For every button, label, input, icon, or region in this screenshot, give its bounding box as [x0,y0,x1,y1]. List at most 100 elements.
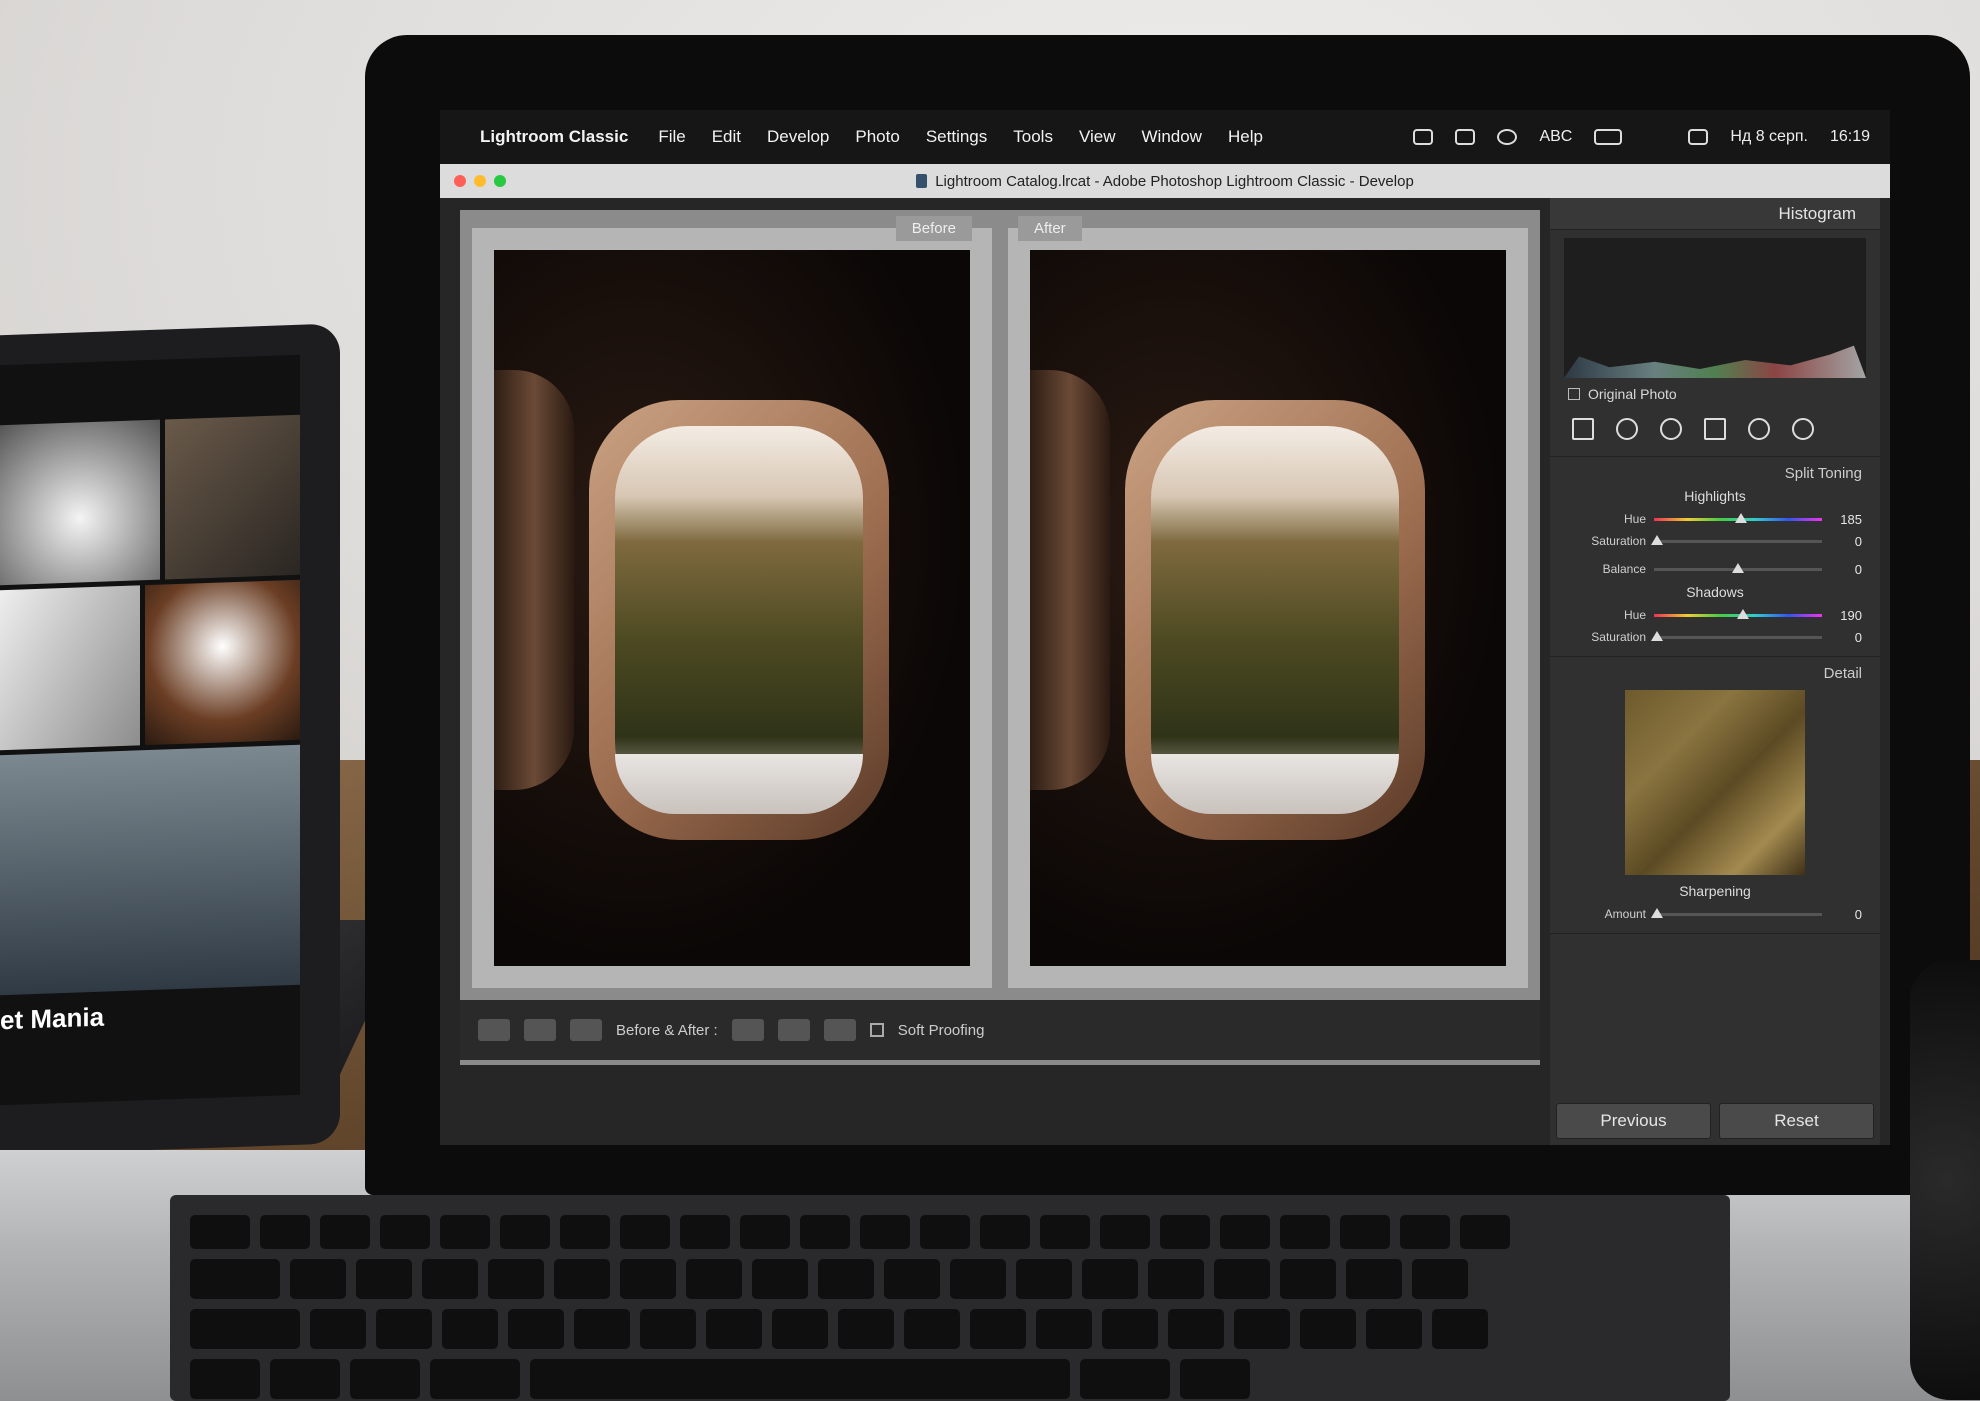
camera-lens [1910,960,1980,1400]
detail-preview[interactable] [1625,690,1805,875]
tablet-caption: et Mania [0,1001,105,1036]
slider-thumb[interactable] [1735,512,1748,523]
histogram-title: Histogram [1778,203,1856,223]
key [380,1215,430,1249]
radial-filter-icon[interactable] [1748,418,1770,440]
after-photo[interactable] [1030,250,1506,966]
menu-file[interactable]: File [658,127,685,147]
key [1460,1215,1510,1249]
record-icon[interactable] [1413,129,1434,145]
highlights-hue-row: Hue 185 [1568,508,1862,530]
key [1280,1215,1330,1249]
menu-edit[interactable]: Edit [712,127,741,147]
develop-right-panel: Histogram Original Photo Split Toning Hi… [1550,198,1880,1145]
histogram-header[interactable]: Histogram [1550,198,1880,230]
highlights-saturation-slider[interactable] [1651,534,1822,545]
airplane-wing [1151,754,1399,814]
balance-label: Balance [1602,562,1646,576]
key [1148,1259,1204,1299]
split-toning-title[interactable]: Split Toning [1568,465,1862,482]
menu-view[interactable]: View [1079,127,1116,147]
battery-icon[interactable] [1594,129,1623,145]
shadows-saturation-value[interactable]: 0 [1830,630,1862,645]
shadows-saturation-row: Saturation 0 [1568,626,1862,648]
play-icon[interactable] [1497,129,1518,145]
red-eye-icon[interactable] [1660,418,1682,440]
menu-settings[interactable]: Settings [926,127,987,147]
sharpening-title: Sharpening [1679,883,1751,899]
reset-button[interactable]: Reset [1719,1103,1874,1139]
tablet-photo-tile [165,414,300,580]
highlights-saturation-value[interactable]: 0 [1830,534,1862,549]
key [1036,1309,1092,1349]
histogram-curve [1564,345,1866,378]
highlights-hue-value[interactable]: 185 [1830,512,1862,527]
clock-time[interactable]: 16:19 [1830,128,1870,146]
cloud-icon[interactable] [1455,129,1476,145]
control-center-icon[interactable] [1688,129,1709,145]
adjustment-brush-icon[interactable] [1792,418,1814,440]
before-photo[interactable] [494,250,970,966]
after-label: After [1018,216,1082,241]
menu-tools[interactable]: Tools [1013,127,1053,147]
graduated-filter-icon[interactable] [1704,418,1726,440]
spot-removal-icon[interactable] [1616,418,1638,440]
shadows-saturation-slider[interactable] [1651,630,1822,641]
zoom-icon[interactable] [494,175,506,187]
balance-slider[interactable] [1654,562,1822,573]
airplane-window [589,400,889,840]
previous-button[interactable]: Previous [1556,1103,1711,1139]
amount-slider[interactable] [1651,907,1822,918]
key [860,1215,910,1249]
amount-value[interactable]: 0 [1830,907,1862,922]
menu-develop[interactable]: Develop [767,127,829,147]
menu-help[interactable]: Help [1228,127,1263,147]
copy-before-to-after-button[interactable] [731,1019,764,1041]
original-photo-checkbox[interactable] [1568,388,1580,400]
original-photo-toggle[interactable]: Original Photo [1550,386,1880,402]
slider-thumb[interactable] [1651,630,1664,641]
shadows-hue-value[interactable]: 190 [1830,608,1862,623]
key [1340,1215,1390,1249]
copy-after-to-before-button[interactable] [777,1019,810,1041]
soft-proofing-checkbox[interactable] [869,1023,884,1037]
slider-thumb[interactable] [1651,534,1664,545]
minimize-icon[interactable] [474,175,486,187]
close-icon[interactable] [454,175,466,187]
key [1300,1309,1356,1349]
menu-bar: Lightroom Classic File Edit Develop Phot… [440,110,1890,164]
before-after-mode-button[interactable] [570,1019,602,1041]
airplane-seat [1030,370,1110,790]
key [818,1259,874,1299]
tool-strip [1550,402,1880,457]
detail-title[interactable]: Detail [1568,665,1862,682]
highlights-hue-slider[interactable] [1654,512,1822,523]
compare-view-button[interactable] [524,1019,556,1041]
shadows-hue-slider[interactable] [1654,608,1822,619]
input-source[interactable]: ABC [1539,128,1572,146]
menu-photo[interactable]: Photo [855,127,899,147]
slider-thumb[interactable] [1732,562,1744,573]
key [680,1215,730,1249]
clock-date[interactable]: Нд 8 серп. [1730,128,1808,146]
loupe-view-button[interactable] [478,1019,510,1041]
key [422,1259,478,1299]
key [442,1309,498,1349]
swap-before-after-button[interactable] [823,1019,856,1041]
highlights-saturation-label: Saturation [1591,534,1646,548]
key [270,1359,340,1399]
key [260,1215,310,1249]
key [320,1215,370,1249]
tablet-screen: et Mania [0,354,300,1106]
balance-value[interactable]: 0 [1830,562,1862,577]
slider-thumb[interactable] [1651,907,1664,918]
sharpening-amount-row: Amount 0 [1568,903,1862,925]
key [190,1215,250,1249]
slider-thumb[interactable] [1737,608,1750,619]
key [574,1309,630,1349]
crop-icon[interactable] [1572,418,1594,440]
menu-window[interactable]: Window [1142,127,1202,147]
key [686,1259,742,1299]
space-key [530,1359,1070,1399]
app-menu[interactable]: Lightroom Classic [480,127,628,147]
